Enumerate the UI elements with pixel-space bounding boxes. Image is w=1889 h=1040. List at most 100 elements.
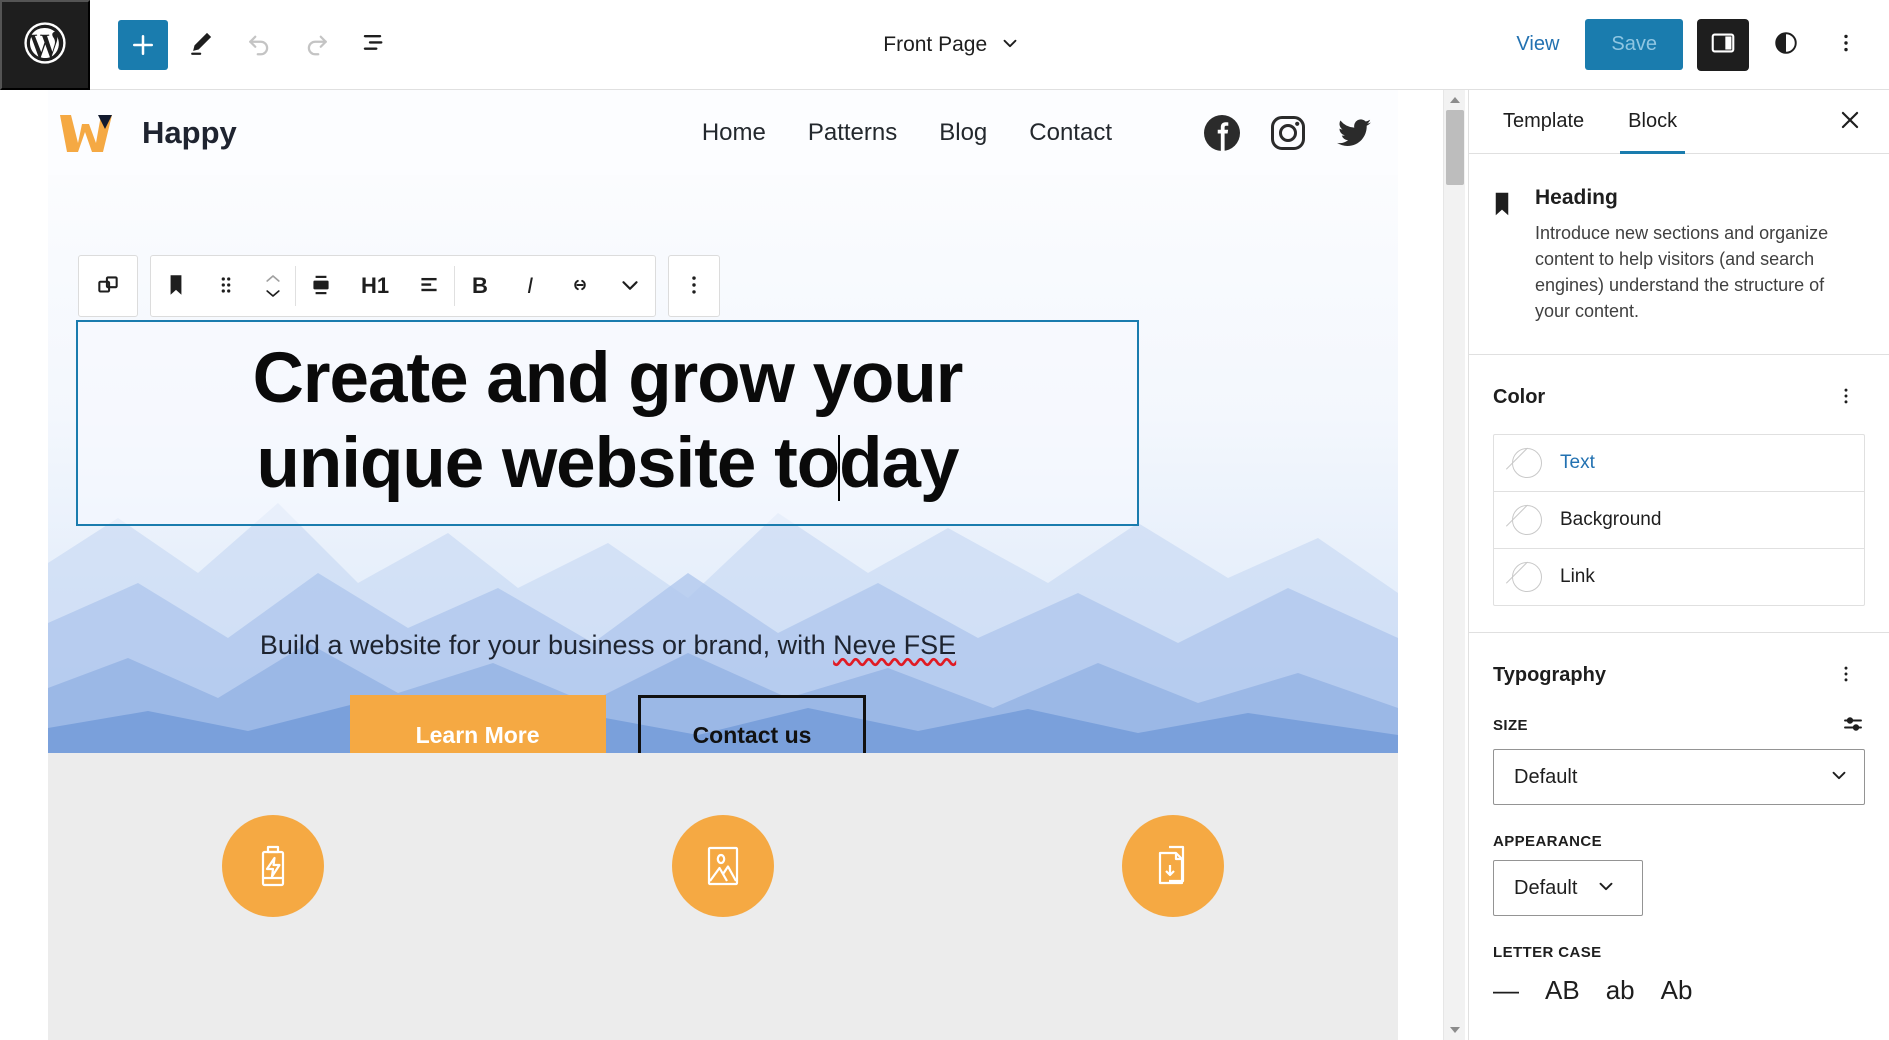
text-align-icon xyxy=(416,272,442,301)
color-option-text[interactable]: Text xyxy=(1494,435,1864,493)
tab-block[interactable]: Block xyxy=(1606,90,1699,154)
appearance-value: Default xyxy=(1514,876,1578,899)
hero-subtitle-spellcheck-text: Neve FSE xyxy=(833,630,957,660)
sidebar-panel-icon xyxy=(1709,29,1737,60)
no-color-swatch-icon xyxy=(1512,562,1542,593)
settings-sidebar: Template Block Heading Introduce new sec… xyxy=(1468,90,1889,1040)
letter-case-label-row: Letter case xyxy=(1493,944,1865,961)
three-dots-vertical-icon xyxy=(1835,389,1857,410)
scrollbar-down-arrow-icon[interactable] xyxy=(1444,1020,1466,1040)
italic-button[interactable]: I xyxy=(505,256,555,316)
learn-more-button[interactable]: Learn More xyxy=(349,695,606,753)
letter-case-none-button[interactable]: — xyxy=(1493,975,1519,1006)
hero-buttons-block: Learn More Contact us xyxy=(48,695,1168,753)
typography-panel-header: Typography xyxy=(1493,659,1865,692)
selected-heading-block[interactable]: Create and grow your unique website toda… xyxy=(76,320,1139,527)
no-color-swatch-icon xyxy=(1512,505,1542,536)
block-info-card: Heading Introduce new sections and organ… xyxy=(1469,154,1889,354)
color-panel-options-button[interactable] xyxy=(1827,381,1865,414)
bold-button[interactable]: B xyxy=(455,256,505,316)
select-parent-group xyxy=(78,255,138,317)
change-alignment-button[interactable] xyxy=(296,256,346,316)
document-title-button[interactable]: Front Page xyxy=(873,26,1031,63)
heading-text[interactable]: Create and grow your unique website toda… xyxy=(78,336,1137,506)
site-logo-icon[interactable] xyxy=(58,112,116,154)
redo-button[interactable] xyxy=(292,20,342,70)
color-panel: Color Text Background Link xyxy=(1469,354,1889,632)
heading-line-2-before-caret: unique website to xyxy=(256,424,841,504)
block-type-heading-button[interactable] xyxy=(151,256,201,316)
list-view-icon xyxy=(360,28,390,61)
select-parent-icon xyxy=(95,272,121,301)
block-toolbar: H1 B I xyxy=(78,255,720,317)
letter-case-capitalize-button[interactable]: Ab xyxy=(1661,975,1693,1006)
heading-level-button[interactable]: H1 xyxy=(346,256,404,316)
typography-panel-title: Typography xyxy=(1493,664,1606,687)
font-size-value: Default xyxy=(1514,765,1578,788)
contact-us-button[interactable]: Contact us xyxy=(637,695,867,753)
link-button[interactable] xyxy=(555,256,605,316)
settings-sidebar-toggle-button[interactable] xyxy=(1697,18,1749,71)
feature-item-image[interactable] xyxy=(498,815,948,917)
wordpress-logo-button[interactable] xyxy=(0,0,90,90)
twitter-icon[interactable] xyxy=(1334,113,1374,153)
battery-lightning-icon xyxy=(221,815,324,917)
feature-item-download[interactable] xyxy=(948,815,1398,917)
block-inserter-button[interactable] xyxy=(118,19,168,70)
font-size-label: Size xyxy=(1493,717,1528,735)
undo-button[interactable] xyxy=(234,20,284,70)
hero-cover-block[interactable]: H1 B I Create and grow your unique websi… xyxy=(48,175,1398,753)
drag-handle-button[interactable] xyxy=(201,256,251,316)
site-navigation: Home Patterns Blog Contact xyxy=(702,113,1388,153)
scrollbar-up-arrow-icon[interactable] xyxy=(1444,90,1466,110)
typography-panel-options-button[interactable] xyxy=(1827,659,1865,692)
nav-link-home[interactable]: Home xyxy=(702,119,766,147)
color-option-background[interactable]: Background xyxy=(1494,492,1864,550)
edit-mode-button[interactable] xyxy=(176,20,226,70)
bold-label: B xyxy=(472,273,488,298)
drag-dots-icon xyxy=(213,272,239,301)
heading-bookmark-icon xyxy=(1487,186,1517,324)
styles-contrast-button[interactable] xyxy=(1763,22,1809,68)
view-link[interactable]: View xyxy=(1504,25,1571,64)
social-links xyxy=(1202,113,1388,153)
font-size-label-row: Size xyxy=(1493,712,1865,739)
block-movers xyxy=(251,271,295,301)
chevron-up-icon xyxy=(263,271,283,286)
facebook-icon[interactable] xyxy=(1202,113,1242,153)
move-down-button[interactable] xyxy=(263,286,283,301)
close-sidebar-button[interactable] xyxy=(1823,90,1877,153)
letter-case-label: Letter case xyxy=(1493,944,1602,962)
top-bar-left-tools xyxy=(90,19,400,70)
letter-case-uppercase-button[interactable]: AB xyxy=(1545,975,1580,1006)
nav-link-blog[interactable]: Blog xyxy=(939,119,987,147)
instagram-icon[interactable] xyxy=(1268,113,1308,153)
image-picture-icon xyxy=(671,815,774,917)
appearance-select[interactable]: Default xyxy=(1493,860,1643,917)
text-align-button[interactable] xyxy=(404,256,454,316)
canvas-vertical-scrollbar[interactable] xyxy=(1443,90,1465,1040)
color-option-link[interactable]: Link xyxy=(1494,549,1864,605)
editor-options-button[interactable] xyxy=(1823,22,1869,68)
color-panel-header: Color xyxy=(1493,381,1865,414)
select-parent-block-button[interactable] xyxy=(79,256,137,316)
font-size-settings-button[interactable] xyxy=(1841,712,1865,739)
more-rich-text-button[interactable] xyxy=(605,256,655,316)
list-view-button[interactable] xyxy=(350,20,400,70)
sliders-settings-icon xyxy=(1841,717,1865,739)
block-description: Introduce new sections and organize cont… xyxy=(1535,223,1829,322)
nav-link-contact[interactable]: Contact xyxy=(1029,119,1112,147)
letter-case-lowercase-button[interactable]: ab xyxy=(1606,975,1635,1006)
heading-line-1: Create and grow your xyxy=(252,339,964,418)
hero-subtitle[interactable]: Build a website for your business or bra… xyxy=(48,630,1168,661)
block-options-button[interactable] xyxy=(669,256,719,316)
save-button[interactable]: Save xyxy=(1585,19,1683,70)
tab-template[interactable]: Template xyxy=(1481,90,1606,153)
move-up-button[interactable] xyxy=(263,271,283,286)
scrollbar-thumb[interactable] xyxy=(1446,110,1464,185)
feature-item-fast[interactable] xyxy=(48,815,498,917)
site-header-block[interactable]: Happy Home Patterns Blog Contact xyxy=(48,90,1398,175)
font-size-select[interactable]: Default xyxy=(1493,749,1865,806)
site-title[interactable]: Happy xyxy=(142,115,237,151)
nav-link-patterns[interactable]: Patterns xyxy=(808,119,897,147)
